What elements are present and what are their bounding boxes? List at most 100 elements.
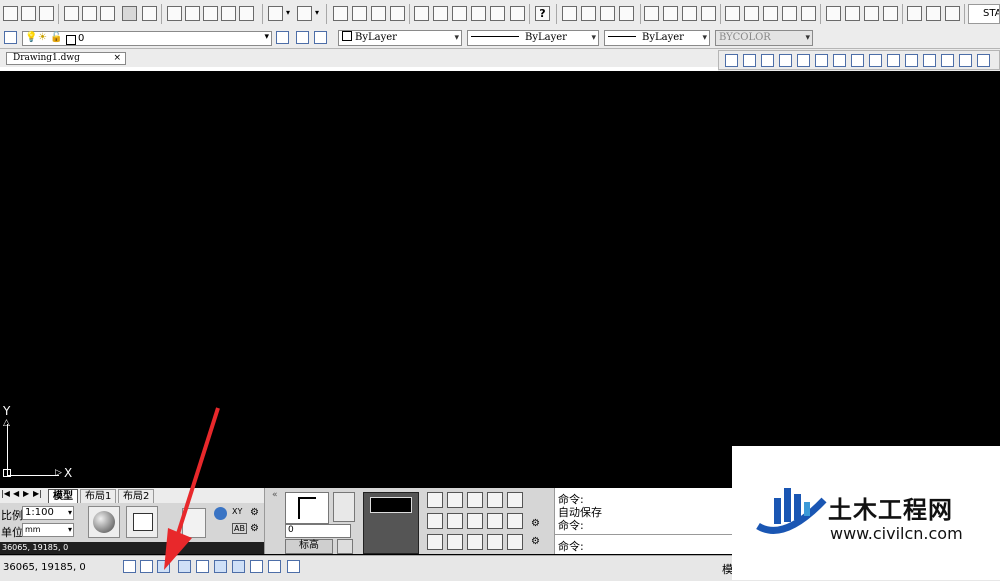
tool-btn-9[interactable] (487, 513, 503, 529)
zoom-previous-icon[interactable] (390, 6, 405, 21)
collapse-icon[interactable]: « (272, 490, 278, 500)
array-icon[interactable] (797, 54, 810, 67)
document-tab[interactable]: Drawing1.dwg × (6, 52, 126, 65)
tool-btn-6[interactable] (427, 513, 443, 529)
tool-btn-4[interactable] (487, 492, 503, 508)
undo-dropdown-icon[interactable]: ▾ (286, 8, 290, 17)
zoom-realtime-icon[interactable] (352, 6, 367, 21)
aligned-dimension-icon[interactable] (581, 6, 596, 21)
dimension-space-icon[interactable] (782, 6, 797, 21)
earth-button[interactable] (88, 506, 120, 538)
undo-icon[interactable] (268, 6, 283, 21)
tool-btn-15[interactable] (507, 534, 523, 550)
ab-label[interactable]: AB (232, 523, 247, 534)
break-icon[interactable] (941, 54, 954, 67)
close-icon[interactable]: × (113, 53, 121, 64)
elevation-ruler-icon[interactable] (333, 492, 355, 522)
ducs-toggle[interactable] (232, 560, 245, 573)
help-button[interactable]: ? (535, 6, 550, 21)
panel-options-icon[interactable]: ⚙ (531, 536, 540, 547)
scale-select[interactable]: 1:100 ▾ (22, 506, 74, 520)
break-at-point-icon[interactable] (923, 54, 936, 67)
tool-btn-10[interactable] (507, 513, 523, 529)
publish-icon[interactable] (100, 6, 115, 21)
dyn-toggle[interactable] (250, 560, 263, 573)
tool-btn-14[interactable] (487, 534, 503, 550)
color-select[interactable]: ByLayer ▾ (338, 30, 462, 46)
tool-btn-5[interactable] (507, 492, 523, 508)
center-mark-icon[interactable] (845, 6, 860, 21)
tool-btn-3[interactable] (467, 492, 483, 508)
stretch-icon[interactable] (869, 54, 882, 67)
erase-icon[interactable] (725, 54, 738, 67)
snap-toggle[interactable] (123, 560, 136, 573)
design-center-icon[interactable] (433, 6, 448, 21)
panel-settings-icon[interactable]: ⚙ (531, 518, 540, 529)
make-current-layer-icon[interactable] (276, 31, 289, 44)
lineweight-toggle[interactable] (268, 560, 281, 573)
layer-manager-icon[interactable] (4, 31, 17, 44)
scale-icon[interactable] (851, 54, 864, 67)
zoom-window-icon[interactable] (371, 6, 386, 21)
command-window[interactable]: 命令: 自动保存 命令: 命令: (554, 488, 735, 554)
tab-prev-icon[interactable]: ◀ (13, 489, 19, 498)
new-file-icon[interactable] (3, 6, 18, 21)
open-file-icon[interactable] (21, 6, 36, 21)
tab-model[interactable]: 模型 (48, 489, 78, 504)
dimension-style-preview[interactable] (363, 492, 419, 554)
tab-last-icon[interactable]: ▶| (33, 489, 42, 498)
mirror-icon[interactable] (761, 54, 774, 67)
tab-layout2[interactable]: 布局2 (118, 489, 155, 504)
markup-icon[interactable] (490, 6, 505, 21)
block-editor-icon[interactable] (239, 6, 254, 21)
baseline-dimension-icon[interactable] (744, 6, 759, 21)
dimension-style-select[interactable]: STA (968, 4, 1000, 24)
tool-btn-11[interactable] (427, 534, 443, 550)
properties-icon[interactable] (414, 6, 429, 21)
unit-select[interactable]: mm ▾ (22, 523, 74, 537)
tolerance-icon[interactable] (826, 6, 841, 21)
tool-btn-2[interactable] (447, 492, 463, 508)
tool-btn-12[interactable] (447, 534, 463, 550)
settings-icon[interactable]: ⚙ (250, 523, 259, 534)
jogged-linear-icon[interactable] (883, 6, 898, 21)
extend-icon[interactable] (905, 54, 918, 67)
quick-dimension-icon[interactable] (725, 6, 740, 21)
radius-dimension-icon[interactable] (644, 6, 659, 21)
layer-states-icon[interactable] (314, 31, 327, 44)
plot-preview-icon[interactable] (82, 6, 97, 21)
dimension-break-icon[interactable] (801, 6, 816, 21)
tool-btn-1[interactable] (427, 492, 443, 508)
person-icon[interactable] (337, 539, 353, 554)
angular-dimension-icon[interactable] (701, 6, 716, 21)
calculator-icon[interactable] (510, 6, 525, 21)
diameter-dimension-icon[interactable] (682, 6, 697, 21)
tool-btn-8[interactable] (467, 513, 483, 529)
dimension-edit-icon[interactable] (907, 6, 922, 21)
elevation-label[interactable]: 标高 (285, 539, 333, 554)
dimension-text-edit-icon[interactable] (926, 6, 941, 21)
lineweight-select[interactable]: ByLayer ▾ (604, 30, 710, 46)
dimension-update-icon[interactable] (945, 6, 960, 21)
chamfer-icon[interactable] (977, 54, 990, 67)
rotate-icon[interactable] (833, 54, 846, 67)
copy-icon[interactable] (185, 6, 200, 21)
etransmit-icon[interactable] (142, 6, 157, 21)
continue-dimension-icon[interactable] (763, 6, 778, 21)
join-icon[interactable] (959, 54, 972, 67)
redo-icon[interactable] (297, 6, 312, 21)
pan-icon[interactable] (333, 6, 348, 21)
elevation-input[interactable]: 0 (285, 524, 351, 538)
globe-icon[interactable] (122, 6, 137, 21)
linetype-select[interactable]: ByLayer ▾ (467, 30, 599, 46)
inspection-icon[interactable] (864, 6, 879, 21)
tab-next-icon[interactable]: ▶ (23, 489, 29, 498)
tool-btn-7[interactable] (447, 513, 463, 529)
plot-icon[interactable] (64, 6, 79, 21)
command-prompt[interactable]: 命令: (558, 538, 584, 554)
refresh-icon[interactable]: ⚙ (250, 507, 259, 518)
drawing-tool-button[interactable] (285, 492, 329, 524)
tab-first-icon[interactable]: |◀ (1, 489, 10, 498)
ordinate-dimension-icon[interactable] (619, 6, 634, 21)
offset-icon[interactable] (779, 54, 792, 67)
